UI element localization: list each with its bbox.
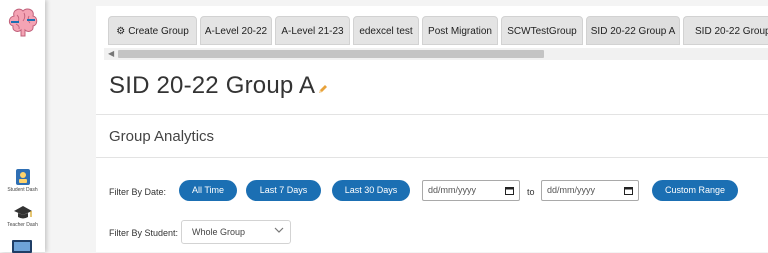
custom-range-button[interactable]: Custom Range bbox=[652, 180, 738, 201]
page-title: SID 20-22 Group A bbox=[109, 72, 316, 99]
date-from-placeholder: dd/mm/yyyy bbox=[428, 185, 477, 195]
all-time-button[interactable]: All Time bbox=[179, 180, 237, 201]
calendar-icon[interactable] bbox=[505, 186, 514, 195]
tab-edexcel-test[interactable]: edexcel test bbox=[353, 16, 419, 45]
tab-label: SID 20-22 Group A bbox=[590, 26, 676, 37]
title-row: SID 20-22 Group A bbox=[109, 72, 329, 106]
sidebar: Student Dash Teacher Dash bbox=[0, 0, 45, 253]
tab-scwtestgroup[interactable]: SCWTestGroup bbox=[501, 16, 583, 45]
tabs-scrollbar[interactable]: ◀ bbox=[104, 48, 768, 60]
to-label: to bbox=[527, 187, 535, 197]
scroll-left-icon[interactable]: ◀ bbox=[108, 49, 114, 58]
scrollbar-thumb[interactable] bbox=[118, 50, 544, 58]
tab-label: SID 20-22 Group B bbox=[695, 26, 768, 37]
student-select-value: Whole Group bbox=[192, 227, 246, 237]
date-from-input[interactable]: dd/mm/yyyy bbox=[422, 180, 520, 201]
tab-label: Post Migration bbox=[428, 26, 492, 37]
filter-by-date-label: Filter By Date: bbox=[109, 187, 167, 197]
group-tabs: ⚙ Create Group A-Level 20-22 A-Level 21-2… bbox=[104, 14, 768, 62]
main-panel: ⚙ Create Group A-Level 20-22 A-Level 21-2… bbox=[96, 6, 768, 252]
sidebar-item-label: Teacher Dash bbox=[7, 222, 38, 228]
last-7-days-button[interactable]: Last 7 Days bbox=[246, 180, 321, 201]
graduation-cap-icon bbox=[13, 206, 32, 219]
calendar-icon[interactable] bbox=[624, 186, 633, 195]
divider bbox=[96, 157, 768, 158]
monitor-icon[interactable] bbox=[11, 239, 33, 253]
tab-label: A-Level 21-23 bbox=[281, 26, 344, 37]
tab-label: A-Level 20-22 bbox=[204, 26, 268, 37]
tab-label: Create Group bbox=[128, 26, 189, 37]
tab-a-level-20-22[interactable]: A-Level 20-22 bbox=[200, 16, 272, 45]
section-title: Group Analytics bbox=[109, 128, 215, 145]
sidebar-item-teacher-dash[interactable]: Teacher Dash bbox=[0, 205, 45, 228]
tab-sid-20-22-group-b[interactable]: SID 20-22 Group B bbox=[683, 16, 768, 45]
tab-a-level-21-23[interactable]: A-Level 21-23 bbox=[275, 16, 350, 45]
tab-sid-20-22-group-a[interactable]: SID 20-22 Group A bbox=[586, 16, 680, 45]
student-select[interactable]: Whole Group bbox=[181, 220, 291, 244]
date-to-placeholder: dd/mm/yyyy bbox=[547, 185, 596, 195]
chevron-down-icon bbox=[274, 227, 284, 233]
create-group-tab[interactable]: ⚙ Create Group bbox=[108, 16, 197, 45]
filter-by-student-label: Filter By Student: bbox=[109, 228, 179, 238]
date-to-input[interactable]: dd/mm/yyyy bbox=[541, 180, 639, 201]
last-30-days-button[interactable]: Last 30 Days bbox=[332, 180, 410, 201]
sidebar-item-student-dash[interactable]: Student Dash bbox=[0, 168, 45, 193]
tab-label: edexcel test bbox=[359, 26, 413, 37]
sidebar-item-label: Student Dash bbox=[7, 187, 38, 193]
pencil-icon[interactable] bbox=[317, 83, 329, 95]
brain-logo-icon[interactable] bbox=[4, 4, 42, 42]
gear-icon: ⚙ bbox=[116, 26, 126, 37]
divider bbox=[96, 114, 768, 115]
tab-post-migration[interactable]: Post Migration bbox=[422, 16, 498, 45]
student-icon bbox=[15, 169, 30, 185]
tab-label: SCWTestGroup bbox=[507, 26, 577, 37]
